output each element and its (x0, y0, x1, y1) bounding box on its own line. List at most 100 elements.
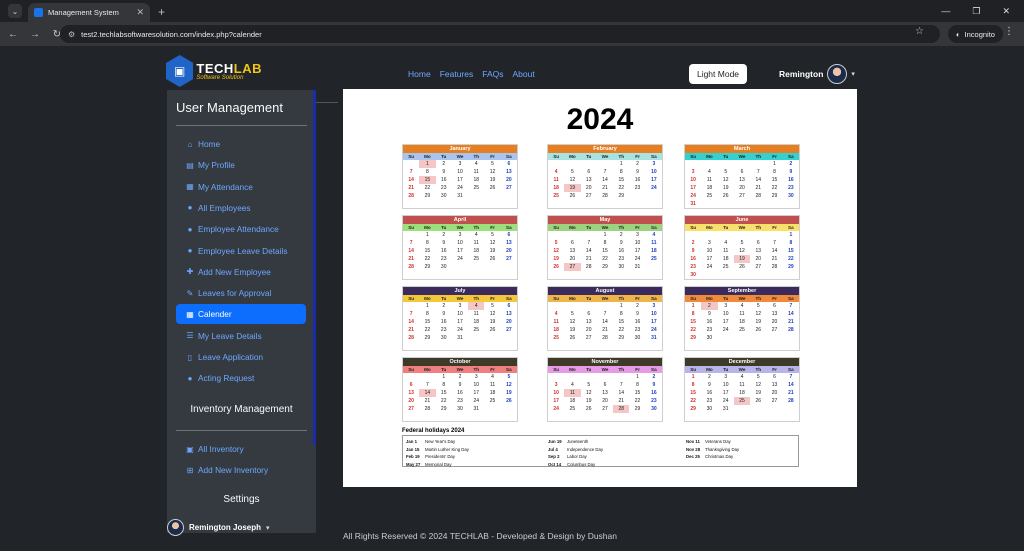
day-cell: 15 (618, 319, 625, 325)
month-august: August Su Mo Tu We Th Fr Sa 1 2 3 4 5 6 7 8 9 10 11 12 13 14 1… (547, 286, 663, 351)
federal-holiday-row: May 27 Memorial Day (406, 461, 469, 469)
nav-link-about[interactable]: About (513, 69, 535, 79)
browser-tab[interactable]: Management System ✕ (28, 3, 150, 22)
day-cell: 25 (569, 406, 576, 412)
sidebar-item-employee-leave-details[interactable]: ● Employee Leave Details (176, 241, 306, 261)
nav-link-faqs[interactable]: FAQs (482, 69, 503, 79)
sidebar-item-leaves-for-approval[interactable]: ✎ Leaves for Approval (176, 283, 306, 303)
site-info-icon[interactable]: ⚙ (68, 30, 75, 39)
day-cell: 19 (489, 319, 496, 325)
tab-search-button[interactable]: ⌄ (8, 4, 22, 18)
weekday-header: Su Mo Tu We Th Fr Sa (685, 153, 799, 160)
empty-day-cell (750, 160, 766, 168)
empty-day-cell (734, 160, 750, 168)
weekday-label: We (738, 225, 746, 230)
close-window-icon[interactable]: ✕ (1002, 6, 1010, 17)
forward-icon[interactable]: → (24, 29, 46, 40)
weekday-label: Fr (490, 367, 495, 372)
weekday-label: Mo (569, 154, 576, 159)
day-cell: 22 (788, 256, 794, 262)
day-cell: 20 (771, 390, 778, 396)
sidebar-item-my-profile[interactable]: ▤ My Profile (176, 155, 306, 175)
sidebar-item-add-new-employee[interactable]: ✚ Add New Employee (176, 262, 306, 282)
sidebar-item-all-inventory[interactable]: ▣ All Inventory (176, 439, 306, 459)
day-cell: 5 (507, 374, 511, 380)
federal-holiday-row: Sep 2 Labor Day (548, 453, 603, 461)
day-cell: 10 (457, 240, 463, 246)
day-cell: 5 (740, 240, 744, 246)
days-grid: 1 2 3 4 5 6 7 8 9 10 11 12 13 14 15 16 17 18 19 20 21 22 23 24 2… (685, 160, 799, 208)
day-cell: 31 (634, 264, 641, 270)
day-cell: 16 (651, 390, 657, 396)
holiday-date: Dec 25 (686, 454, 700, 459)
file-signature-icon: ✎ (186, 288, 194, 298)
day-cell: 22 (690, 398, 696, 404)
sidebar-item-calender[interactable]: ▦ Calender (176, 304, 306, 325)
day-cell: 21 (788, 390, 794, 396)
sidebar-item-my-leave-details[interactable]: ☰ My Leave Details (176, 326, 306, 346)
weekday-label: Tu (441, 154, 447, 159)
day-cell: 7 (619, 382, 623, 388)
day-cell: 22 (602, 256, 608, 262)
techlab-logo[interactable]: ▣ TECHLAB Software Solution (166, 54, 262, 88)
weekday-label: Tu (723, 296, 729, 301)
holiday-day-cell: 4 (468, 302, 485, 310)
month-title: August (548, 287, 662, 295)
sidebar-item-all-employees[interactable]: ● All Employees (176, 198, 306, 218)
day-cell: 29 (690, 406, 696, 412)
sidebar-item-my-attendance[interactable]: ▦ My Attendance (176, 177, 306, 197)
day-cell: 12 (489, 240, 496, 246)
month-title: March (685, 145, 799, 153)
sidebar-item-acting-request[interactable]: ● Acting Request (176, 368, 306, 388)
new-tab-button[interactable]: + (158, 5, 165, 19)
day-cell: 13 (408, 390, 414, 396)
weekday-label: Sa (651, 154, 657, 159)
days-grid: 1 2 3 4 5 6 7 8 9 10 11 12 13 14 15 16 17 18 19 20 21 22 23 24 2… (403, 231, 517, 271)
weekday-label: We (601, 154, 609, 159)
back-icon[interactable]: ← (2, 29, 24, 40)
day-cell: 19 (506, 390, 512, 396)
day-cell: 4 (474, 232, 478, 238)
day-cell: 10 (706, 248, 713, 254)
bookmark-star-icon[interactable]: ☆ (915, 26, 924, 37)
month-september: September Su Mo Tu We Th Fr Sa 1 2 3 4 5 6 7 8 9 10 11 12 13… (684, 286, 800, 351)
weekday-label: Fr (490, 154, 495, 159)
close-tab-icon[interactable]: ✕ (136, 7, 144, 18)
day-cell: 6 (587, 311, 591, 317)
day-cell: 22 (618, 327, 625, 333)
sidebar-item-label: Employee Leave Details (198, 245, 288, 256)
month-title: January (403, 145, 517, 153)
day-cell: 8 (636, 382, 639, 388)
day-cell: 4 (724, 240, 728, 246)
sidebar-user-menu[interactable]: Remington Joseph ▾ (167, 519, 270, 536)
user-menu[interactable]: Remington ▾ (779, 64, 855, 84)
nav-link-home[interactable]: Home (408, 69, 431, 79)
sidebar-item-employee-attendance[interactable]: ● Employee Attendance (176, 219, 306, 239)
sidebar-item-leave-application[interactable]: ▯ Leave Application (176, 347, 306, 367)
browser-menu-icon[interactable]: ⋮ (1004, 26, 1014, 37)
incognito-badge[interactable]: ◐ Incognito (948, 25, 1003, 43)
light-mode-button[interactable]: Light Mode (689, 64, 747, 84)
day-cell: 9 (708, 382, 711, 388)
restore-icon[interactable]: ❐ (972, 6, 980, 17)
address-bar[interactable]: ⚙ test2.techlabsoftwaresolution.com/inde… (60, 25, 940, 43)
minimize-icon[interactable]: — (941, 6, 950, 16)
month-title: July (403, 287, 517, 295)
weekday-label: Sa (788, 154, 794, 159)
sidebar-item-add-new-inventory[interactable]: ⊞ Add New Inventory (176, 460, 306, 480)
day-cell: 16 (457, 390, 463, 396)
federal-holiday-row: Nov 28 Thanksgiving Day (686, 446, 739, 454)
day-cell: 17 (634, 248, 641, 254)
nav-link-features[interactable]: Features (440, 69, 474, 79)
day-cell: 16 (440, 248, 447, 254)
day-cell: 8 (773, 169, 776, 175)
holiday-day-cell: 28 (613, 405, 630, 413)
day-cell: 3 (554, 382, 558, 388)
weekday-header: Su Mo Tu We Th Fr Sa (548, 224, 662, 231)
weekday-label: Th (473, 225, 480, 230)
day-cell: 6 (773, 374, 776, 380)
sidebar-item-label: Acting Request (198, 373, 255, 384)
weekday-label: Su (408, 296, 415, 301)
month-november: November Su Mo Tu We Th Fr Sa 1 2 3 4 5 6 7 8 9 10 11 12 13 1… (547, 357, 663, 422)
sidebar-item-home[interactable]: ⌂ Home (176, 134, 306, 154)
